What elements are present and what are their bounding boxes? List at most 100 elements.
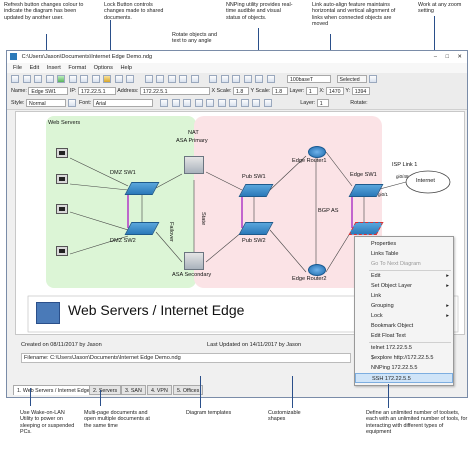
layer-icon[interactable] xyxy=(266,75,275,83)
menu-format[interactable]: Format xyxy=(68,65,86,71)
font-select[interactable]: Arial xyxy=(92,99,153,107)
name-field[interactable]: Edge SW1 xyxy=(28,87,69,95)
ctx-telnet[interactable]: telnet 172.22.5.5 xyxy=(355,343,453,353)
callout-rotate: Rotate objects and text to any angle xyxy=(172,32,217,45)
layer-field[interactable]: 1 xyxy=(305,87,318,95)
lock-icon[interactable] xyxy=(103,75,111,83)
web-server-2[interactable] xyxy=(56,174,68,184)
text-icon[interactable] xyxy=(156,75,164,83)
info-created: Created on 08/11/2017 by Jason xyxy=(21,342,102,348)
line-icon[interactable] xyxy=(252,99,261,107)
tab-san[interactable]: 3. SAN xyxy=(121,385,146,395)
cut-icon[interactable] xyxy=(68,75,77,83)
edge-router1[interactable] xyxy=(308,146,326,158)
label-edge-router1: Edge Router1 xyxy=(292,158,327,164)
nnping-icon[interactable] xyxy=(209,75,217,83)
pointer-icon[interactable] xyxy=(144,75,153,83)
ctx-nnping[interactable]: NNPing 172.22.5.5 xyxy=(355,363,453,373)
zoom-in-icon[interactable] xyxy=(220,75,229,83)
italic-icon[interactable] xyxy=(171,99,180,107)
tab-offices[interactable]: 5. Offices xyxy=(173,385,204,395)
name-label: Name: xyxy=(11,88,27,94)
close-icon[interactable]: ✕ xyxy=(457,51,462,63)
tab-web-servers[interactable]: 1. Web Servers / Internet Edge xyxy=(13,385,94,395)
rectangle-icon[interactable] xyxy=(179,75,187,83)
web-server-4[interactable] xyxy=(56,246,68,256)
save-icon[interactable] xyxy=(34,75,42,83)
menu-insert[interactable]: Insert xyxy=(47,65,61,71)
paste-icon[interactable] xyxy=(91,75,100,83)
ctx-bookmark-object[interactable]: Bookmark Object xyxy=(355,321,453,331)
bold-icon[interactable] xyxy=(160,99,169,107)
asa-primary[interactable] xyxy=(184,156,204,174)
menu-help[interactable]: Help xyxy=(120,65,132,71)
tab-vpn[interactable]: 4. VPN xyxy=(147,385,172,395)
tab-servers[interactable]: 2. Servers xyxy=(89,385,122,395)
style-select[interactable]: Normal xyxy=(25,99,66,107)
ctx-grouping-label: Grouping xyxy=(371,303,394,309)
align-right-icon[interactable] xyxy=(217,99,226,107)
ctx-explore[interactable]: $explore http://172.22.5.5 xyxy=(355,353,453,363)
style-icon[interactable] xyxy=(68,99,77,107)
label-failover: Failover xyxy=(168,222,174,242)
minimize-icon[interactable]: – xyxy=(434,51,437,63)
ctx-properties[interactable]: Properties xyxy=(355,239,453,249)
y-field[interactable]: 1394 xyxy=(351,87,370,95)
print-icon[interactable] xyxy=(45,75,54,83)
layer2-field[interactable]: 1 xyxy=(316,99,329,107)
ctx-set-object-layer[interactable]: Set Object Layer ▸ xyxy=(355,281,453,291)
x-field[interactable]: 1470 xyxy=(326,87,345,95)
zoom-icon[interactable] xyxy=(369,75,377,83)
align-icon[interactable] xyxy=(243,75,252,83)
zoom-out-icon[interactable] xyxy=(232,75,240,83)
diagram-title: Web Servers / Internet Edge xyxy=(68,302,245,318)
layer2-label: Layer: xyxy=(300,100,316,106)
web-server-3[interactable] xyxy=(56,204,68,214)
ip-field[interactable]: 172.22.5.1 xyxy=(77,87,116,95)
web-server-1[interactable] xyxy=(56,148,68,158)
menu-file[interactable]: File xyxy=(13,65,22,71)
callout-line-toolsets xyxy=(388,384,389,408)
ctx-ssh[interactable]: SSH 172.22.5.5 xyxy=(355,373,453,383)
callout-zoom: Work at any zoom setting xyxy=(418,2,462,15)
underline-icon[interactable] xyxy=(183,99,192,107)
ellipse-icon[interactable] xyxy=(190,75,199,83)
layer-label: Layer: xyxy=(289,88,305,94)
menu-edit[interactable]: Edit xyxy=(30,65,40,71)
ctx-link[interactable]: Link xyxy=(355,291,453,301)
ctx-edit-float-text[interactable]: Edit Float Text xyxy=(355,331,453,341)
window-title: C:\Users\Jason\Documents\Internet Edge D… xyxy=(21,54,153,60)
group-icon[interactable] xyxy=(255,75,263,83)
asa-secondary[interactable] xyxy=(184,252,204,270)
align-center-icon[interactable] xyxy=(206,99,215,107)
label-edge-router2: Edge Router2 xyxy=(292,276,327,282)
align-left-icon[interactable] xyxy=(194,99,203,107)
shadow-icon[interactable] xyxy=(263,99,272,107)
copy-icon[interactable] xyxy=(80,75,88,83)
edge-router2[interactable] xyxy=(308,264,326,276)
address-field[interactable]: 172.22.5.1 xyxy=(139,87,210,95)
xscale-field[interactable]: 1.8 xyxy=(233,87,250,95)
label-port-b: gi0/48 xyxy=(396,174,409,179)
maximize-icon[interactable]: □ xyxy=(446,51,449,63)
menu-options[interactable]: Options xyxy=(94,65,113,71)
redo-icon[interactable] xyxy=(126,75,134,83)
info-updated: Last Updated on 14/11/2017 by Jason xyxy=(207,342,302,348)
page-tabs: 1. Web Servers / Internet Edge 2. Server… xyxy=(13,385,213,395)
ctx-edit[interactable]: Edit ▸ xyxy=(355,271,453,281)
font-label: Font: xyxy=(78,100,92,106)
ctx-links-table[interactable]: Links Table xyxy=(355,249,453,259)
label-asa-secondary: ASA Secondary xyxy=(172,272,212,278)
open-icon[interactable] xyxy=(22,75,31,83)
link-type-select[interactable]: 100baseT xyxy=(287,75,331,83)
ctx-lock[interactable]: Lock ▸ xyxy=(355,311,453,321)
fill-icon[interactable] xyxy=(240,99,249,107)
ctx-grouping[interactable]: Grouping ▸ xyxy=(355,301,453,311)
undo-icon[interactable] xyxy=(114,75,123,83)
color-icon[interactable] xyxy=(229,99,238,107)
link-icon[interactable] xyxy=(167,75,176,83)
refresh-icon[interactable] xyxy=(57,75,65,83)
new-icon[interactable] xyxy=(11,75,19,83)
callout-line-shapes xyxy=(292,376,293,408)
yscale-field[interactable]: 1.8 xyxy=(271,87,288,95)
